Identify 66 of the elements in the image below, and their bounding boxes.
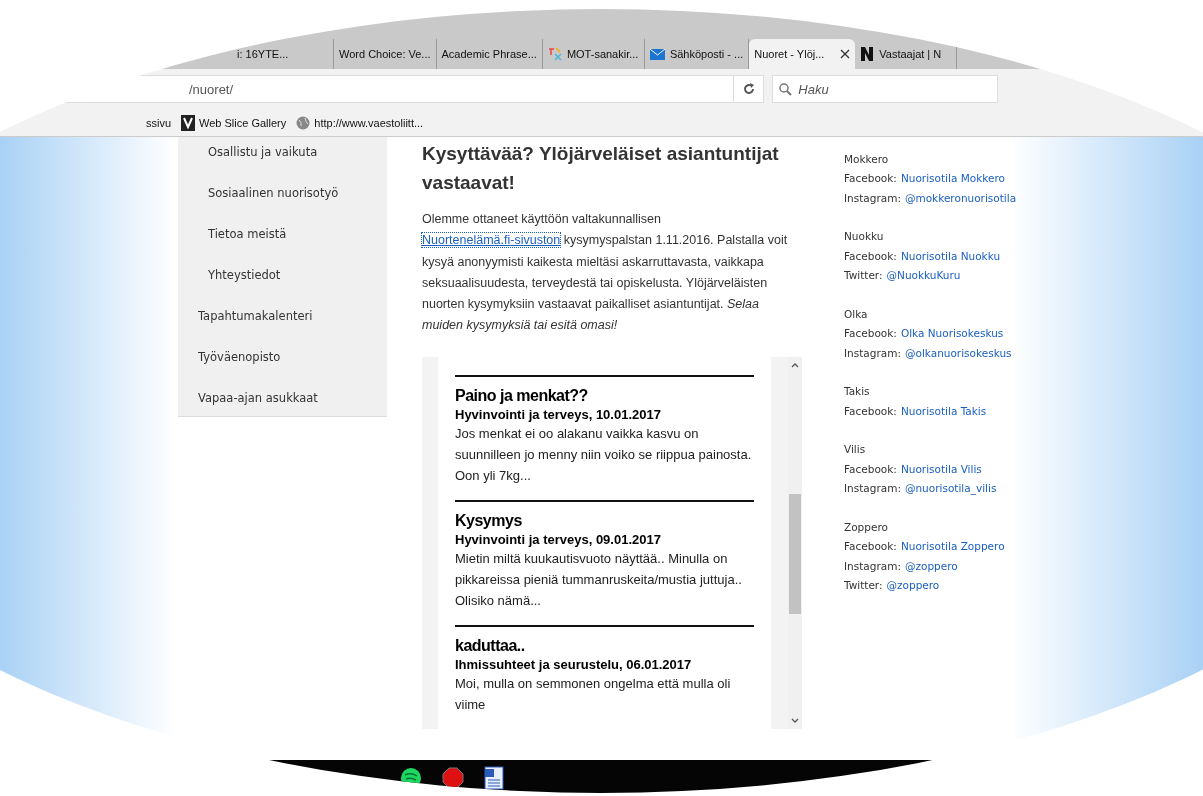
sidebar-link[interactable]: Tietoa meistä — [178, 213, 387, 254]
social-label: Facebook: — [844, 327, 897, 340]
social-label: Facebook: — [844, 462, 897, 475]
social-label: Instagram: — [844, 346, 901, 359]
colorful-logo-icon — [547, 47, 562, 61]
globe-icon — [296, 115, 311, 130]
browser-tab[interactable]: Nuoret - Ylöj... — [749, 39, 856, 69]
search-field[interactable]: Haku — [772, 75, 998, 103]
question-title[interactable]: Paino ja menkat?? — [455, 386, 754, 405]
sidebar-link[interactable]: Vapaa-ajan asukkaat — [178, 377, 387, 418]
venue-name: Takis — [844, 385, 870, 398]
intro-paragraph: Olemme ottaneet käyttöön valtakunnallisen Nuortenelämä.fi-sivuston kysymyspalstan 1.11.2016. Palstalla voit kysyä anonyymisti kaikesta mieltäsi askarruttavasta, vaikkapa seksuaalisuudesta, terveydestä tai opiskelusta. Ylöjärveläisten nuorten kysymyksiin vastaavat paikalliset asiantuntijat. Selaa muiden kysymyksiä tai esitä omasi! — [422, 211, 789, 335]
question-meta: Ihmissuhteet ja seurustelu, 06.01.2017 — [455, 656, 693, 672]
social-link[interactable]: @zoppero — [904, 559, 958, 572]
n-logo-icon — [860, 46, 875, 62]
question-excerpt: Moi, mulla on semmonen ongelma että mulla oli viime — [455, 674, 732, 714]
social-link[interactable]: Nuorisotila Mokkero — [900, 172, 1005, 185]
social-link[interactable]: Olka Nuorisokeskus — [900, 327, 1004, 340]
social-label: Instagram: — [844, 191, 901, 204]
venue-name: Mokkero — [844, 152, 889, 165]
search-icon — [779, 82, 793, 96]
question-excerpt: Jos menkat ei oo alakanu vaikka kasvu on suunnilleen jo menny niin voiko se riippua painosta. Oon yli 7kg... — [455, 424, 753, 485]
social-label: Instagram: — [844, 559, 901, 572]
venue-name: Vilis — [844, 443, 866, 456]
social-label: Facebook: — [844, 249, 897, 262]
site-link[interactable]: Nuortenelämä.fi-sivuston — [422, 233, 561, 248]
hexagon-app-icon[interactable] — [442, 767, 464, 789]
social-link[interactable]: Nuorisotila Nuokku — [900, 249, 1001, 262]
reload-icon — [742, 83, 755, 95]
question-meta: Hyvinvointi ja terveys, 09.01.2017 — [455, 531, 662, 547]
question-excerpt: Mietin miltä kuukautisvuoto näyttää.. Minulla on pikkareissa pieniä tummanruskeita/mustia juttuja.. Olisiko nämä... — [455, 549, 743, 610]
venue-name: Olka — [844, 307, 868, 320]
question-meta: Hyvinvointi ja terveys, 10.01.2017 — [455, 406, 662, 422]
social-link[interactable]: @nuorisotila_vilis — [904, 482, 997, 495]
bookmark-link[interactable]: ssivu — [146, 116, 172, 129]
venue-name: Zoppero — [844, 520, 888, 533]
question-title[interactable]: kaduttaa.. — [455, 636, 754, 655]
envelope-icon — [649, 48, 665, 60]
social-link[interactable]: @NuokkuKuru — [886, 269, 961, 282]
sidebar-link[interactable]: Sosiaalinen nuorisotyö — [178, 172, 387, 213]
article-heading: Kysyttävää? Ylöjärveläiset asiantuntijat vastaavat! — [422, 142, 780, 195]
question-title[interactable]: Kysymys — [455, 511, 754, 530]
social-label: Twitter: — [844, 269, 883, 282]
web-slice-icon — [181, 114, 196, 131]
social-link[interactable]: @mokkeronuorisotila — [904, 191, 1017, 204]
sidebar-link[interactable]: Osallistu ja vaikuta — [178, 137, 387, 172]
close-icon[interactable] — [840, 49, 851, 59]
social-label: Facebook: — [844, 172, 897, 185]
sidebar-link[interactable]: Työväenopisto — [178, 336, 387, 377]
scroll-down-icon[interactable] — [790, 716, 800, 725]
social-link[interactable]: Nuorisotila Takis — [900, 404, 987, 417]
bookmark-link[interactable]: http://www.vaestoliitt... — [296, 115, 424, 130]
social-label: Instagram: — [844, 482, 901, 495]
social-link[interactable]: Nuorisotila Zoppero — [900, 540, 1005, 553]
document-app-icon[interactable] — [484, 766, 504, 790]
sidebar-link[interactable]: Yhteystiedot — [178, 254, 387, 295]
social-link[interactable]: @olkanuorisokeskus — [904, 346, 1012, 359]
social-link[interactable]: @zoppero — [886, 579, 940, 592]
social-label: Twitter: — [844, 579, 883, 592]
venue-name: Nuokku — [844, 230, 884, 243]
social-label: Facebook: — [844, 540, 897, 553]
sidebar-link[interactable]: Tapahtumakalenteri — [178, 295, 387, 336]
social-label: Facebook: — [844, 404, 897, 417]
scrollbar-thumb[interactable] — [789, 493, 801, 614]
bookmark-link[interactable]: Web Slice Gallery — [181, 114, 287, 131]
social-link[interactable]: Nuorisotila Vilis — [900, 462, 982, 475]
